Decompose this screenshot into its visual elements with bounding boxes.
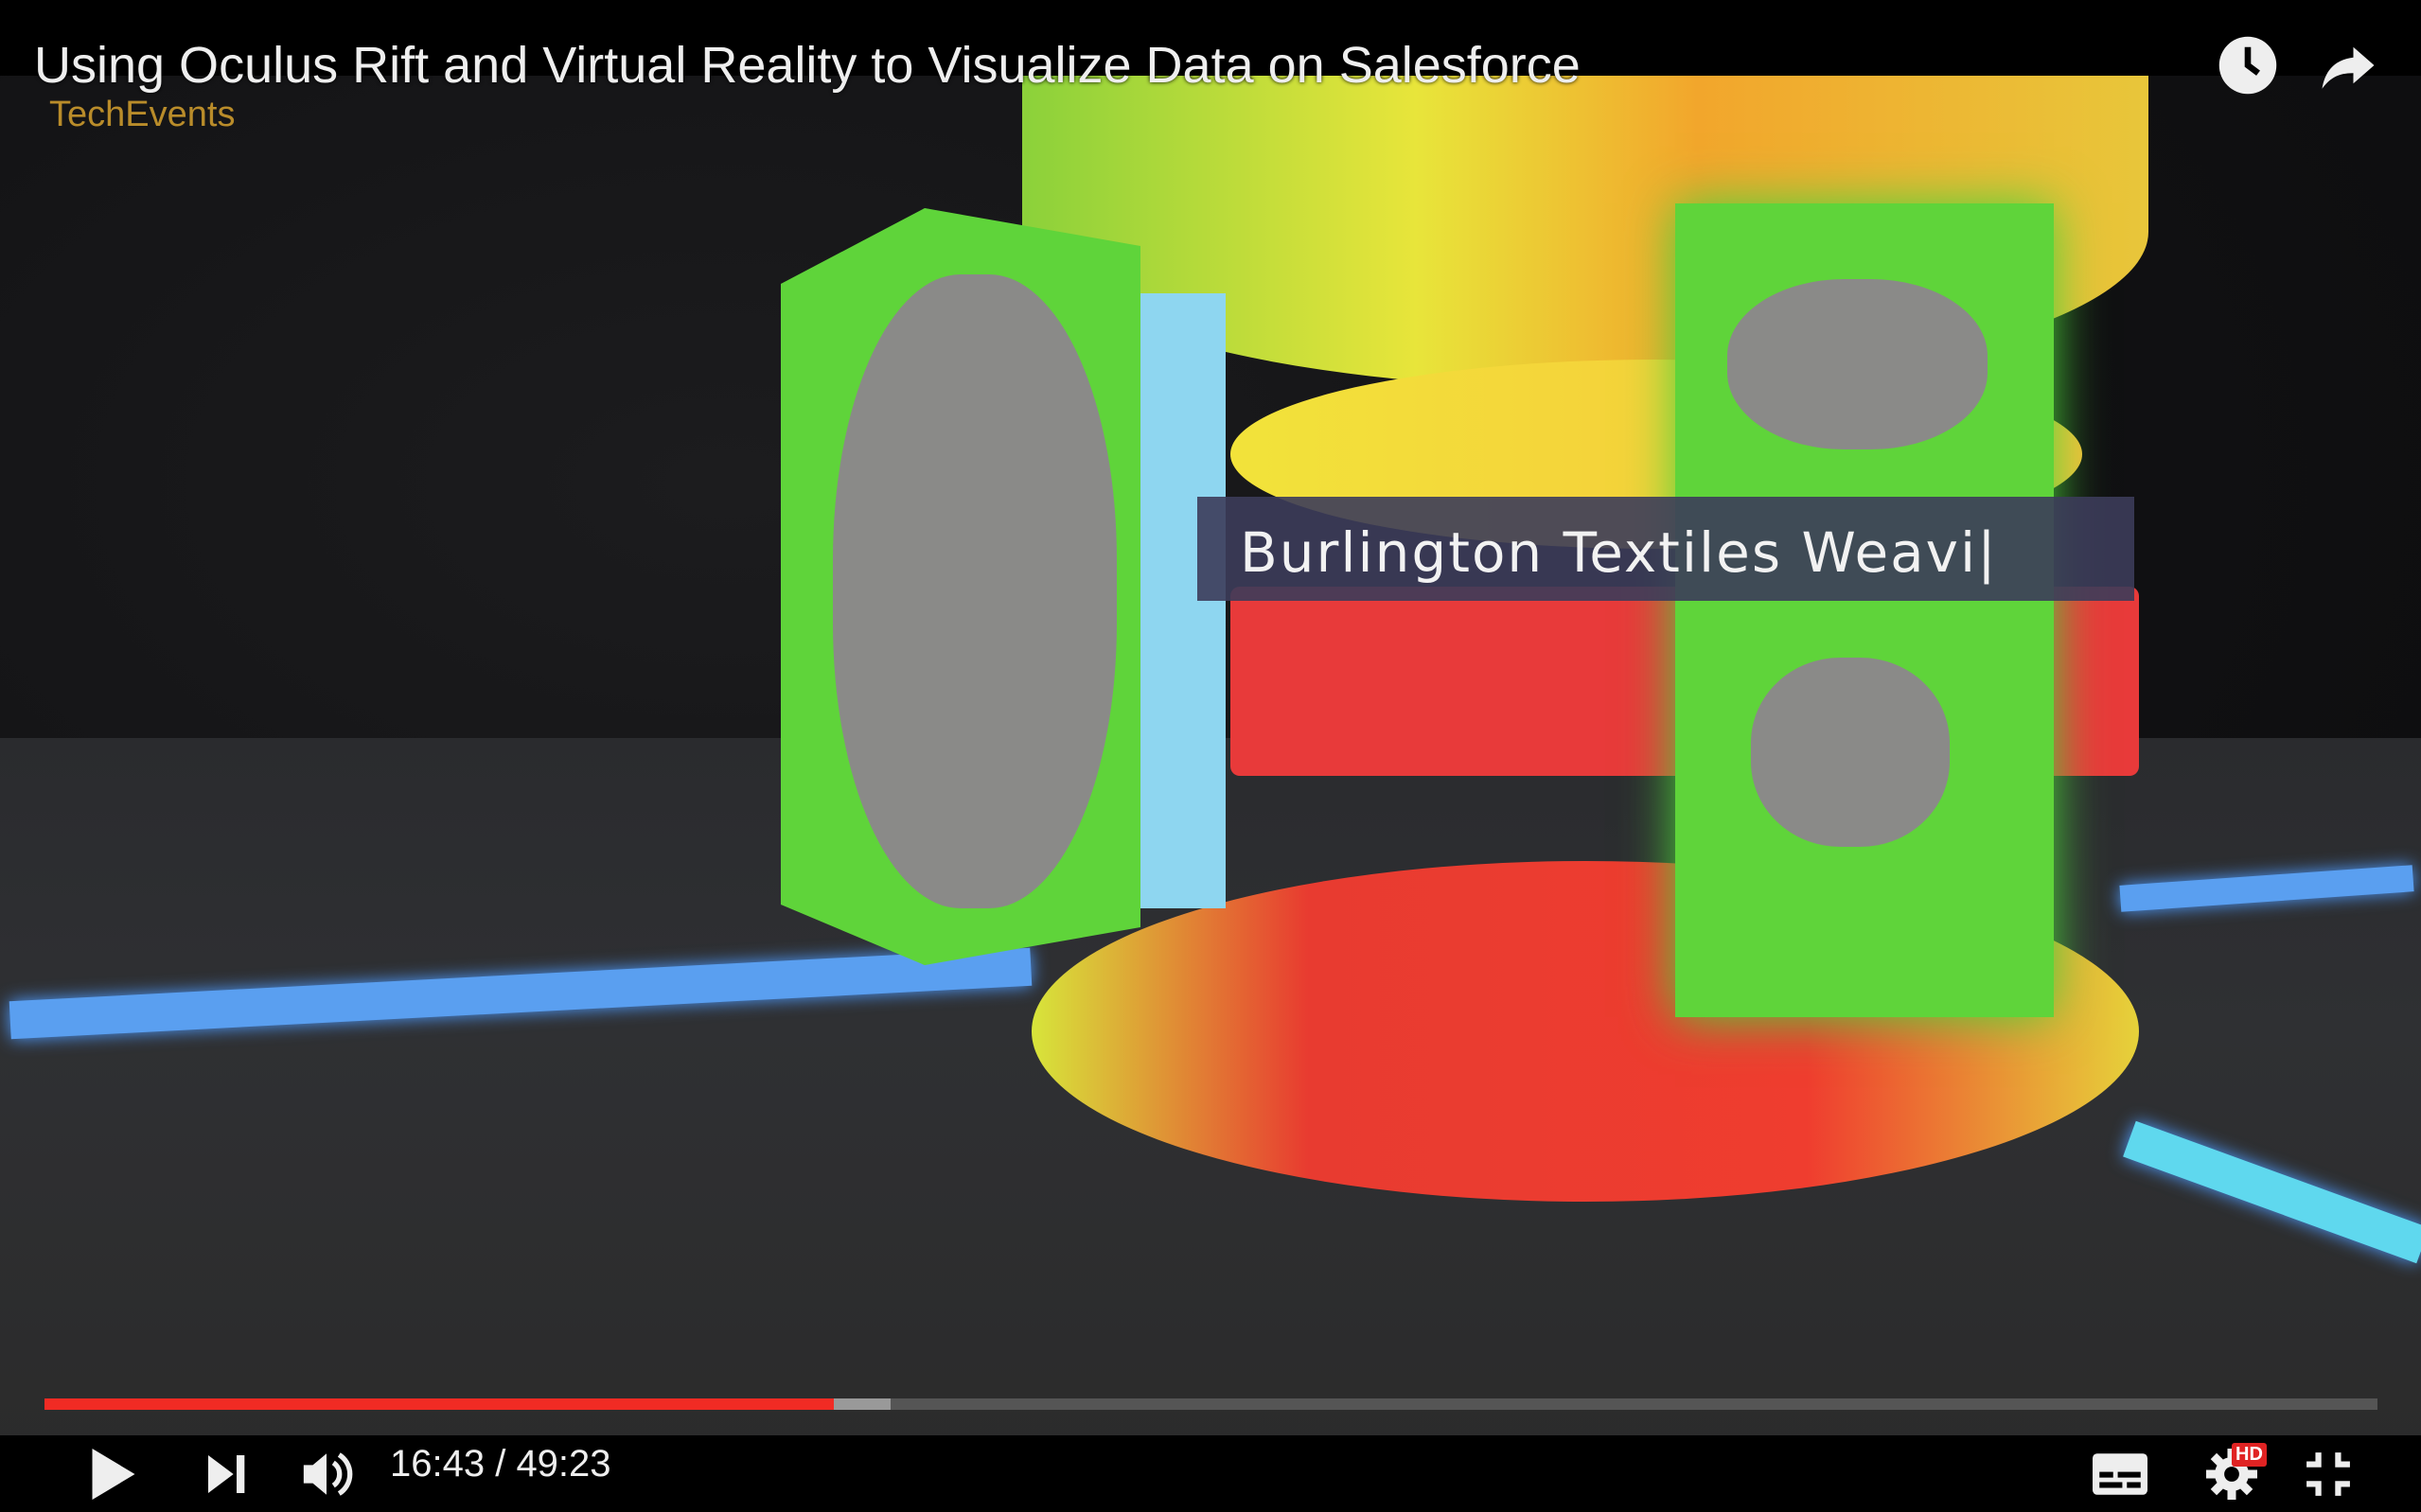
scene-grey-blob [1727,279,1988,449]
scene-blue-pillar [1140,293,1226,908]
subtitles-icon [2093,1452,2147,1495]
play-icon [92,1448,135,1500]
next-button[interactable] [199,1435,256,1512]
play-button[interactable] [80,1435,147,1512]
control-bar: HD [0,1435,2421,1512]
clock-icon[interactable] [2217,34,2279,97]
time-display: 16:43 / 49:23 [390,1443,611,1485]
subtitles-button[interactable] [2087,1435,2153,1512]
video-title[interactable]: Using Oculus Rift and Virtual Reality to… [34,36,1581,95]
channel-watermark[interactable]: TechEvents [49,95,235,135]
exit-fullscreen-icon [2306,1451,2350,1496]
share-arrow-icon[interactable] [2317,34,2379,97]
exit-fullscreen-button[interactable] [2295,1435,2361,1512]
hd-badge: HD [2232,1443,2267,1467]
played-bar [44,1398,835,1410]
progress-bar[interactable] [44,1398,2377,1410]
volume-icon [303,1451,353,1496]
scene-record-label: Burlington Textiles Weavi| [1240,520,1998,585]
scene-grey-blob [1751,658,1950,847]
scene-grey-blob [833,274,1117,908]
video-frame[interactable]: Burlington Textiles Weavi| [0,76,2421,1435]
volume-button[interactable] [293,1435,360,1512]
next-icon [208,1454,245,1493]
settings-button[interactable]: HD [2194,1435,2270,1512]
